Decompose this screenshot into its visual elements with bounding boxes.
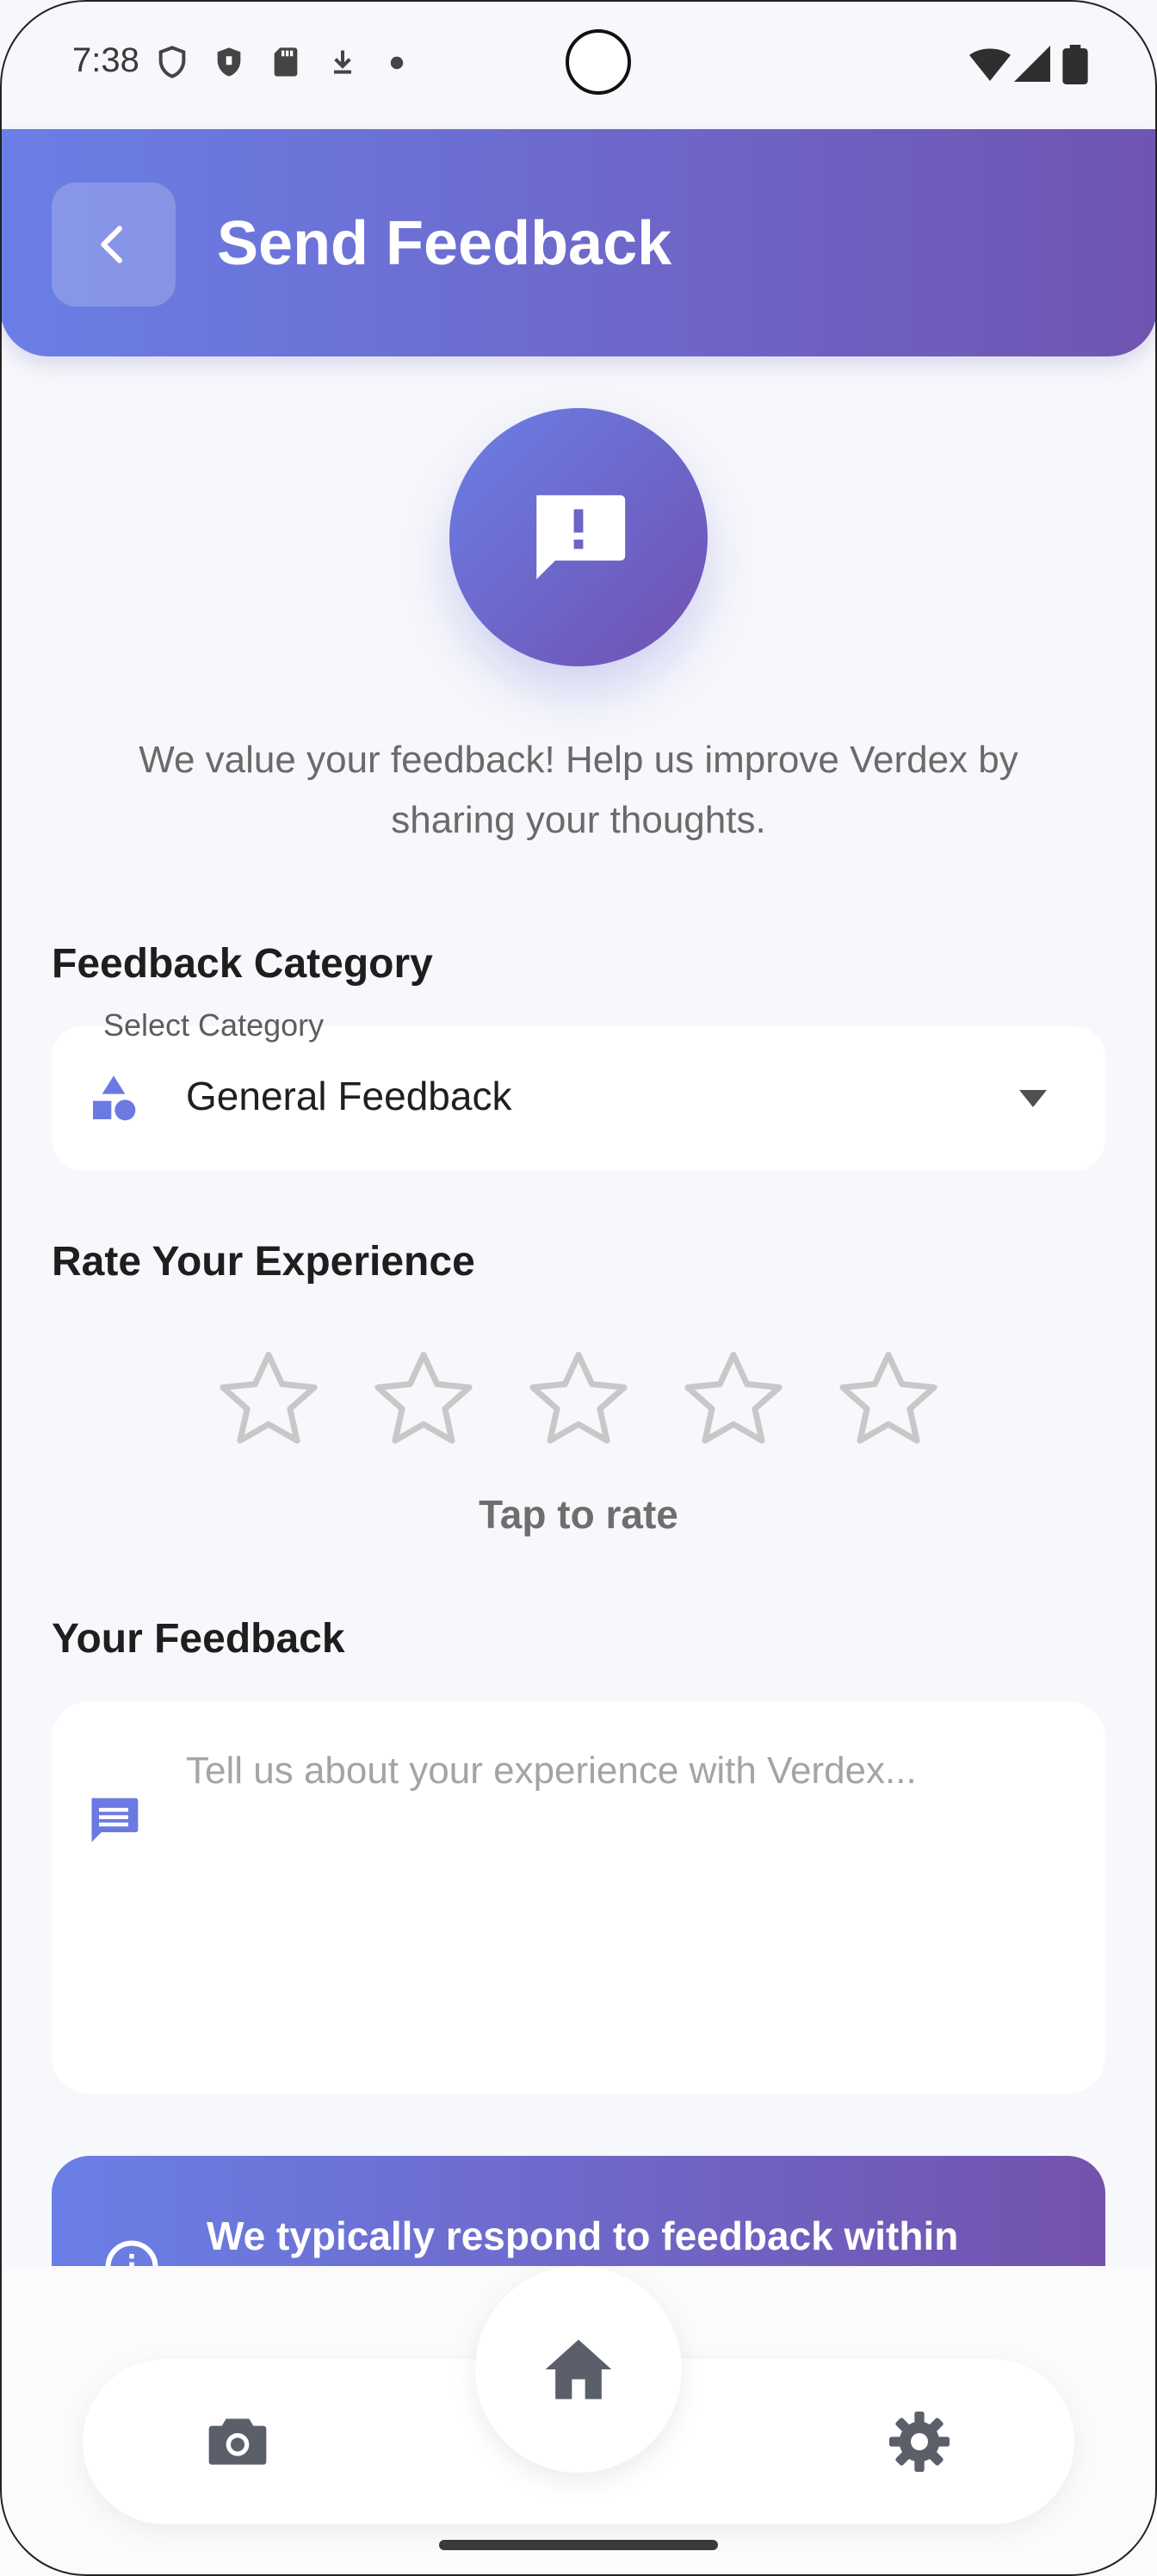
star-2-button[interactable] [368, 1343, 480, 1455]
camera-cutout [540, 29, 657, 98]
intro-line-1: We value your feedback! Help us improve … [139, 739, 1018, 781]
star-5-button[interactable] [832, 1343, 944, 1455]
nav-settings-button[interactable] [878, 2400, 961, 2483]
star-1-button[interactable] [213, 1343, 325, 1455]
chevron-left-icon [101, 226, 123, 263]
gesture-handle[interactable] [439, 2540, 718, 2550]
star-rating [0, 1343, 1157, 1455]
home-icon [545, 2339, 612, 2400]
intro-text: We value your feedback! Help us improve … [69, 730, 1088, 851]
message-icon [91, 1798, 139, 1842]
status-bar: 7:38 [0, 0, 1157, 129]
app-header: Send Feedback [0, 129, 1157, 356]
category-selected-value: General Feedback [186, 1074, 512, 1118]
notification-dot-icon [390, 56, 404, 70]
star-icon [684, 1352, 783, 1444]
star-icon [839, 1352, 937, 1444]
rating-section-label: Rate Your Experience [52, 1239, 475, 1285]
category-shapes-icon [93, 1075, 136, 1121]
chevron-down-icon [1019, 1090, 1047, 1107]
feedback-icon [536, 495, 626, 579]
feedback-hero-badge [449, 408, 708, 666]
category-section-label: Feedback Category [52, 941, 433, 987]
status-time: 7:38 [72, 41, 139, 79]
feedback-section-label: Your Feedback [52, 1616, 345, 1662]
star-4-button[interactable] [677, 1343, 789, 1455]
shield-icon [217, 47, 241, 77]
star-icon [374, 1352, 473, 1444]
back-button[interactable] [52, 183, 176, 307]
info-card-text: We typically respond to feedback within [207, 2214, 959, 2258]
shield-outline-icon [158, 46, 186, 78]
category-floating-label: Select Category [103, 1007, 325, 1043]
page-title: Send Feedback [217, 209, 672, 278]
feedback-placeholder: Tell us about your experience with Verde… [186, 1749, 917, 1792]
feedback-screen: 7:38 Send Feedback We value your feedbac… [0, 0, 1157, 2576]
battery-icon [1062, 45, 1088, 84]
wifi-icon [969, 48, 1011, 81]
download-icon [334, 50, 351, 74]
rating-hint: Tap to rate [479, 1492, 678, 1537]
nav-camera-button[interactable] [196, 2400, 279, 2483]
feedback-textarea[interactable]: Tell us about your experience with Verde… [52, 1701, 1105, 2094]
nav-home-button[interactable] [475, 2266, 682, 2473]
category-select[interactable]: General Feedback [52, 1026, 1105, 1171]
cellular-signal-icon [1014, 46, 1050, 82]
intro-line-2: sharing your thoughts. [391, 799, 766, 841]
star-3-button[interactable] [523, 1343, 634, 1455]
camera-icon [208, 2418, 267, 2465]
sd-card-icon [274, 47, 298, 77]
star-icon [220, 1352, 318, 1444]
star-icon [529, 1352, 628, 1444]
gear-icon [889, 2412, 950, 2472]
